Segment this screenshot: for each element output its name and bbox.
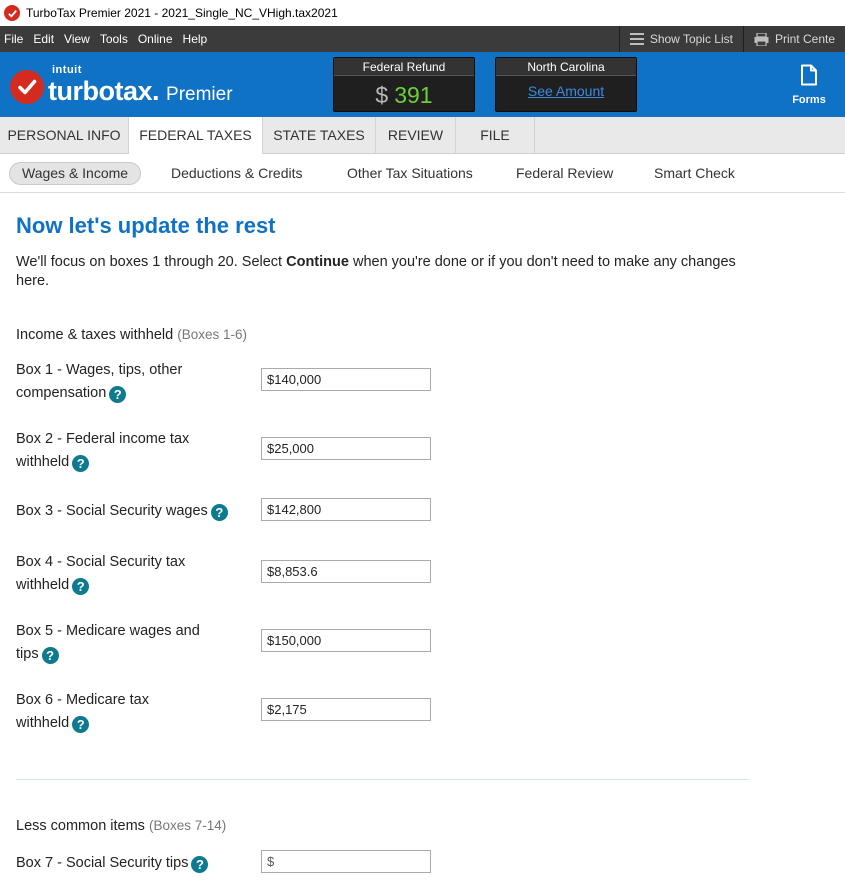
brand-header: intuit turbotax. Premier Federal Refund … xyxy=(0,52,845,117)
box4-input[interactable] xyxy=(261,560,431,583)
box1-input[interactable] xyxy=(261,368,431,391)
section-less-common-items: Less common items (Boxes 7-14) xyxy=(16,818,227,834)
printer-icon xyxy=(754,32,769,46)
subtab-federal-review[interactable]: Federal Review xyxy=(516,162,613,185)
page-title: Now let's update the rest xyxy=(16,213,276,238)
box2-label: Box 2 - Federal income tax withheld? xyxy=(16,431,190,472)
tab-review[interactable]: REVIEW xyxy=(376,117,456,154)
main-nav: PERSONAL INFO FEDERAL TAXES STATE TAXES … xyxy=(0,117,845,155)
box5-label: Box 5 - Medicare wages and tips? xyxy=(16,623,200,664)
turbotax-logo: intuit turbotax. Premier xyxy=(10,64,233,107)
question-circle-icon[interactable]: ? xyxy=(72,455,90,472)
print-center-label: Print Cente xyxy=(774,32,835,46)
box4-label: Box 4 - Social Security tax withheld? xyxy=(16,554,186,595)
logo-edition-text: Premier xyxy=(166,83,233,105)
subtab-wages-income[interactable]: Wages & Income xyxy=(9,162,142,185)
list-icon xyxy=(629,33,644,45)
question-circle-icon[interactable]: ? xyxy=(72,578,90,595)
menu-bar: File Edit View Tools Online Help Show To… xyxy=(0,26,845,52)
window-title: TurboTax Premier 2021 - 2021_Single_NC_V… xyxy=(26,6,338,20)
menu-online[interactable]: Online xyxy=(133,26,178,52)
box7-input[interactable] xyxy=(261,850,431,873)
subtab-deductions-credits[interactable]: Deductions & Credits xyxy=(171,162,303,185)
box6-label: Box 6 - Medicare tax withheld? xyxy=(16,692,149,733)
box7-label: Box 7 - Social Security tips? xyxy=(16,852,256,875)
logo-product-text: turbotax. xyxy=(48,76,160,106)
state-refund-meter: North Carolina See Amount xyxy=(495,57,637,112)
question-circle-icon[interactable]: ? xyxy=(109,386,127,403)
forms-label: Forms xyxy=(792,94,826,106)
show-topic-list-label: Show Topic List xyxy=(649,32,733,46)
box3-input[interactable] xyxy=(261,498,431,521)
question-circle-icon[interactable]: ? xyxy=(72,716,90,733)
turbotax-check-icon xyxy=(4,5,20,21)
state-refund-label: North Carolina xyxy=(496,58,636,76)
menu-help[interactable]: Help xyxy=(178,26,213,52)
tab-federal-taxes[interactable]: FEDERAL TAXES xyxy=(129,117,263,155)
menu-tools[interactable]: Tools xyxy=(95,26,133,52)
logo-intuit-text: intuit xyxy=(52,64,82,76)
box2-input[interactable] xyxy=(261,437,431,460)
federal-refund-label: Federal Refund xyxy=(334,58,474,76)
federal-refund-currency: $ xyxy=(375,82,389,108)
subtab-smart-check[interactable]: Smart Check xyxy=(654,162,735,185)
document-icon xyxy=(801,64,817,86)
show-topic-list-button[interactable]: Show Topic List xyxy=(618,26,743,52)
section-income-taxes-withheld: Income & taxes withheld (Boxes 1-6) xyxy=(16,327,247,343)
sub-nav: Wages & Income Deductions & Credits Othe… xyxy=(0,154,845,193)
tab-personal-info[interactable]: PERSONAL INFO xyxy=(0,117,129,154)
question-circle-icon[interactable]: ? xyxy=(41,647,59,664)
print-center-button[interactable]: Print Cente xyxy=(742,26,845,52)
box1-label: Box 1 - Wages, tips, other compensation? xyxy=(16,362,183,403)
see-amount-link[interactable]: See Amount xyxy=(496,83,636,99)
window-title-bar: TurboTax Premier 2021 - 2021_Single_NC_V… xyxy=(0,0,845,26)
forms-button[interactable]: Forms xyxy=(791,64,827,106)
menu-edit[interactable]: Edit xyxy=(28,26,59,52)
box6-input[interactable] xyxy=(261,698,431,721)
federal-refund-meter[interactable]: Federal Refund $391 xyxy=(333,57,475,112)
menu-file[interactable]: File xyxy=(0,26,28,52)
logo-check-icon xyxy=(10,69,44,104)
continue-emphasis: Continue xyxy=(286,254,349,270)
federal-refund-amount: 391 xyxy=(394,82,433,108)
question-circle-icon[interactable]: ? xyxy=(191,856,209,873)
menu-view[interactable]: View xyxy=(59,26,95,52)
page-intro: We'll focus on boxes 1 through 20. Selec… xyxy=(16,254,736,289)
subtab-other-tax-situations[interactable]: Other Tax Situations xyxy=(347,162,473,185)
tab-file[interactable]: FILE xyxy=(456,117,535,154)
question-circle-icon[interactable]: ? xyxy=(210,504,228,521)
section-divider xyxy=(16,779,749,780)
tab-state-taxes[interactable]: STATE TAXES xyxy=(263,117,376,154)
box5-input[interactable] xyxy=(261,629,431,652)
box3-label: Box 3 - Social Security wages? xyxy=(16,500,256,523)
